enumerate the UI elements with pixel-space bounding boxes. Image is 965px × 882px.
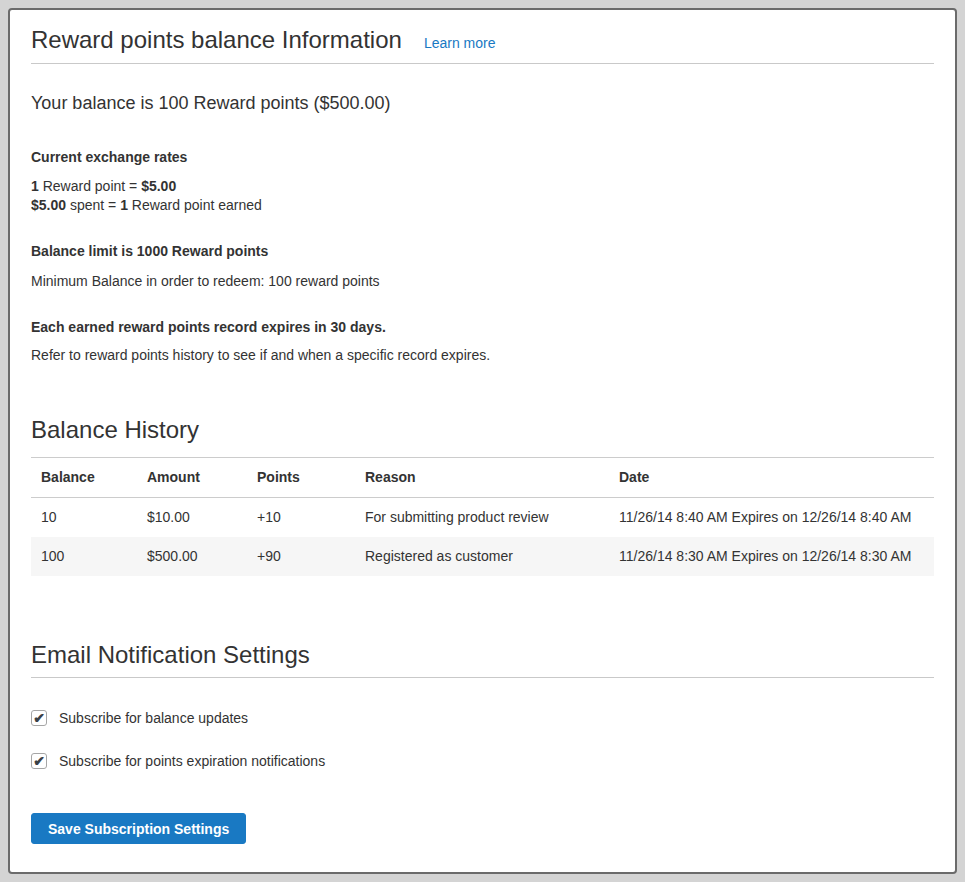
table-header-row: Balance Amount Points Reason Date <box>31 458 934 498</box>
balance-history-title: Balance History <box>31 413 934 447</box>
minimum-balance: Minimum Balance in order to redeem: 100 … <box>31 271 934 291</box>
exchange-rates-heading: Current exchange rates <box>31 147 934 167</box>
expiration-notifications-checkbox[interactable]: ✔ <box>31 753 47 769</box>
learn-more-link[interactable]: Learn more <box>424 35 496 51</box>
page-title: Reward points balance Information <box>31 22 402 58</box>
card-header: Reward points balance Information Learn … <box>31 22 934 58</box>
cell-amount: $500.00 <box>137 537 247 576</box>
expiry-rule: Each earned reward points record expires… <box>31 317 934 337</box>
exchange-rates: 1 Reward point = $5.00 $5.00 spent = 1 R… <box>31 177 934 215</box>
balance-limit: Balance limit is 1000 Reward points <box>31 241 934 261</box>
cell-date: 11/26/14 8:30 AM Expires on 12/26/14 8:3… <box>609 537 934 576</box>
column-header-amount: Amount <box>137 458 247 498</box>
save-subscription-settings-button[interactable]: Save Subscription Settings <box>31 813 246 844</box>
notification-divider <box>31 677 934 678</box>
balance-updates-label: Subscribe for balance updates <box>59 710 248 726</box>
balance-summary: Your balance is 100 Reward points ($500.… <box>31 90 934 116</box>
expiration-notifications-label: Subscribe for points expiration notifica… <box>59 753 325 769</box>
exchange-rate-line1: 1 Reward point = $5.00 <box>31 178 176 194</box>
email-notification-settings-title: Email Notification Settings <box>31 638 934 672</box>
cell-reason: For submitting product review <box>355 498 609 538</box>
reward-info-card: Reward points balance Information Learn … <box>8 8 957 874</box>
cell-amount: $10.00 <box>137 498 247 538</box>
cell-balance: 10 <box>31 498 137 538</box>
subscribe-expiration-option: ✔ Subscribe for points expiration notifi… <box>31 753 934 769</box>
expiry-note: Refer to reward points history to see if… <box>31 345 934 365</box>
cell-points: +90 <box>247 537 355 576</box>
balance-updates-checkbox[interactable]: ✔ <box>31 710 47 726</box>
column-header-date: Date <box>609 458 934 498</box>
table-row: 10 $10.00 +10 For submitting product rev… <box>31 498 934 538</box>
column-header-balance: Balance <box>31 458 137 498</box>
column-header-points: Points <box>247 458 355 498</box>
header-divider <box>31 63 934 64</box>
table-row: 100 $500.00 +90 Registered as customer 1… <box>31 537 934 576</box>
cell-date: 11/26/14 8:40 AM Expires on 12/26/14 8:4… <box>609 498 934 538</box>
cell-points: +10 <box>247 498 355 538</box>
cell-reason: Registered as customer <box>355 537 609 576</box>
balance-history-table: Balance Amount Points Reason Date 10 $10… <box>31 457 934 576</box>
subscribe-balance-updates-option: ✔ Subscribe for balance updates <box>31 710 934 726</box>
cell-balance: 100 <box>31 537 137 576</box>
column-header-reason: Reason <box>355 458 609 498</box>
exchange-rate-line2: $5.00 spent = 1 Reward point earned <box>31 197 262 213</box>
